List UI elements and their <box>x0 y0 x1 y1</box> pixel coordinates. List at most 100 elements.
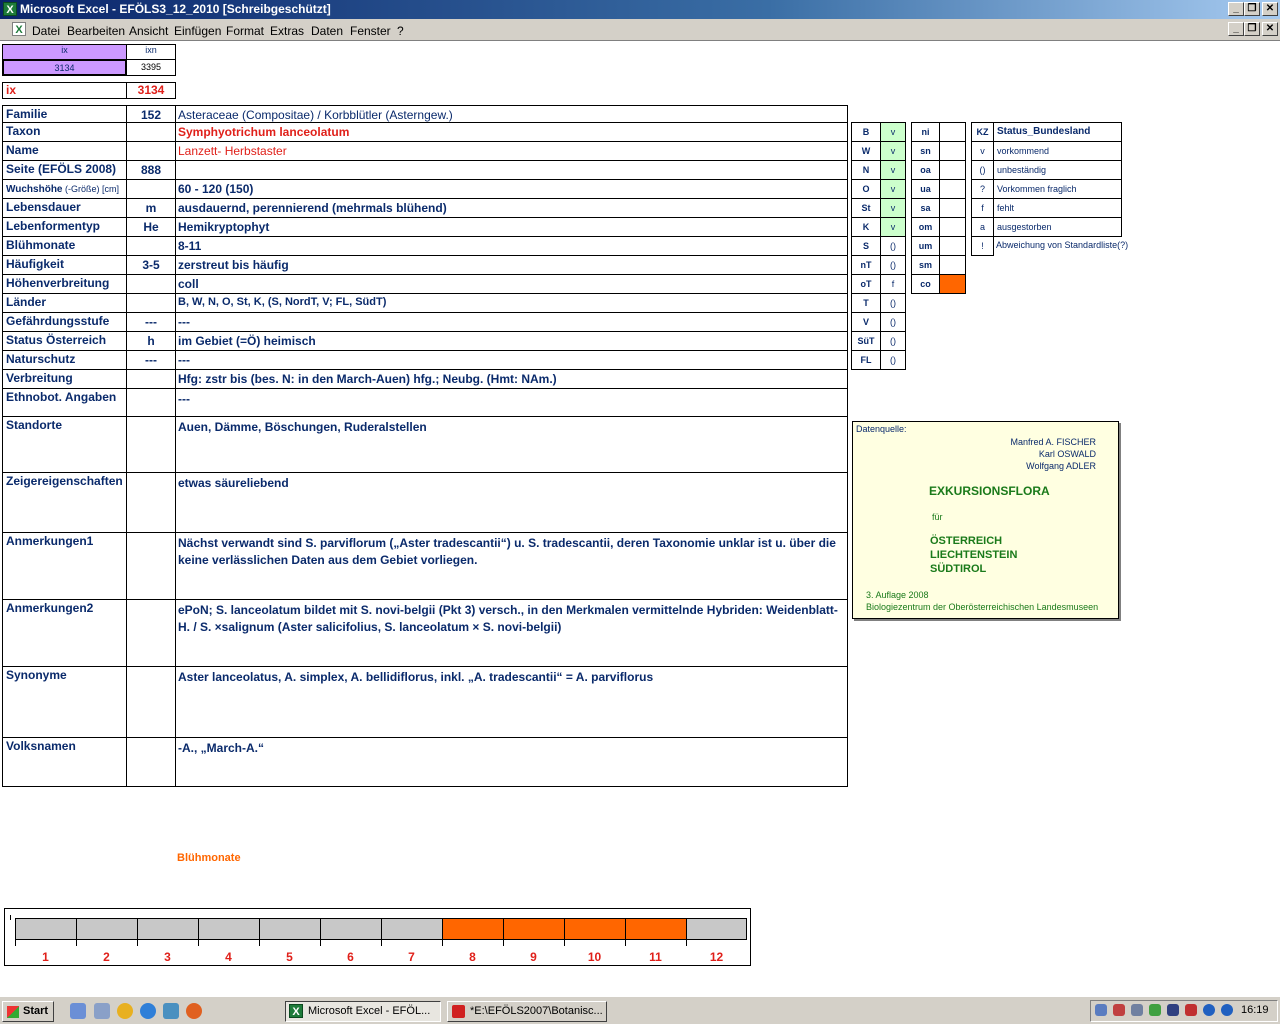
menu-fenster[interactable]: Fenster <box>350 24 391 38</box>
state-value[interactable]: () <box>880 350 906 370</box>
start-button[interactable]: Start <box>2 1001 54 1022</box>
height-value[interactable]: c <box>939 274 966 294</box>
volume-tray-icon[interactable] <box>1113 1004 1125 1016</box>
state-code[interactable]: V <box>851 312 881 332</box>
row-code[interactable]: --- <box>126 312 176 332</box>
menu-format[interactable]: Format <box>226 24 264 38</box>
row-code[interactable] <box>126 236 176 256</box>
row-label[interactable]: Synonyme <box>2 666 127 738</box>
row-label[interactable]: Lebenformentyp <box>2 217 127 237</box>
row-label[interactable]: Volksnamen <box>2 737 127 787</box>
row-value[interactable]: 60 - 120 (150) <box>175 179 848 199</box>
row-label[interactable]: Häufigkeit <box>2 255 127 275</box>
update-tray-icon[interactable] <box>1221 1004 1233 1016</box>
ix-big-cell[interactable]: 3134 <box>126 82 176 99</box>
height-value[interactable] <box>939 255 966 275</box>
state-code[interactable]: St <box>851 198 881 218</box>
row-code[interactable] <box>126 532 176 600</box>
state-code[interactable]: B <box>851 122 881 142</box>
menu-bearbeiten[interactable]: Bearbeiten <box>67 24 125 38</box>
row-label[interactable]: Taxon <box>2 122 127 142</box>
row-code[interactable]: 888 <box>126 160 176 180</box>
row-value[interactable]: Nächst verwandt sind S. parviflorum („As… <box>175 532 848 600</box>
height-value[interactable] <box>939 236 966 256</box>
row-code[interactable]: 3-5 <box>126 255 176 275</box>
row-code[interactable] <box>126 599 176 667</box>
height-code[interactable]: co <box>911 274 940 294</box>
legend-kz[interactable]: () <box>971 160 994 180</box>
doc-close-button[interactable]: ✕ <box>1262 22 1278 36</box>
height-value[interactable] <box>939 160 966 180</box>
state-code[interactable]: O <box>851 179 881 199</box>
restore-button[interactable]: ❐ <box>1244 2 1260 16</box>
legend-text[interactable]: Abweichung von Standardliste(?) <box>993 236 1153 256</box>
row-code[interactable] <box>126 666 176 738</box>
row-value[interactable]: im Gebiet (=Ö) heimisch <box>175 331 848 351</box>
row-label[interactable]: Status Österreich <box>2 331 127 351</box>
security-tray-icon[interactable] <box>1149 1004 1161 1016</box>
state-code[interactable]: FL <box>851 350 881 370</box>
data-source-box[interactable]: Datenquelle: Manfred A. FISCHER Karl OSW… <box>852 421 1119 619</box>
row-label[interactable]: Standorte <box>2 416 127 473</box>
state-value[interactable]: () <box>880 331 906 351</box>
row-label[interactable]: Länder <box>2 293 127 313</box>
row-label[interactable]: Höhenverbreitung <box>2 274 127 294</box>
height-code[interactable]: oa <box>911 160 940 180</box>
legend-kz[interactable]: f <box>971 198 994 218</box>
media-player-icon[interactable] <box>117 1003 133 1019</box>
row-value[interactable]: --- <box>175 312 848 332</box>
row-code[interactable] <box>126 737 176 787</box>
row-value[interactable]: ausdauernd, perennierend (mehrmals blühe… <box>175 198 848 218</box>
state-value[interactable]: () <box>880 236 906 256</box>
height-code[interactable]: ua <box>911 179 940 199</box>
minimize-button[interactable]: _ <box>1228 2 1244 16</box>
height-value[interactable] <box>939 217 966 237</box>
legend-kz[interactable]: a <box>971 217 994 237</box>
row-label[interactable]: Ethnobot. Angaben <box>2 388 127 417</box>
row-value[interactable]: Aster lanceolatus, A. simplex, A. bellid… <box>175 666 848 738</box>
legend-text[interactable]: Vorkommen fraglich <box>993 179 1122 199</box>
row-label[interactable]: Name <box>2 141 127 161</box>
row-code[interactable]: --- <box>126 350 176 370</box>
row-code[interactable] <box>126 472 176 533</box>
state-value[interactable]: () <box>880 312 906 332</box>
network-tray-icon[interactable] <box>1095 1004 1107 1016</box>
row-code[interactable] <box>126 122 176 142</box>
row-code[interactable] <box>126 416 176 473</box>
state-value[interactable]: v <box>880 122 906 142</box>
height-value[interactable] <box>939 141 966 161</box>
state-value[interactable]: v <box>880 179 906 199</box>
row-label[interactable]: Zeigereigenschaften <box>2 472 127 533</box>
task-explorer-button[interactable]: *E:\EFÖLS2007\Botanisc... <box>447 1001 607 1022</box>
legend-text[interactable]: ausgestorben <box>993 217 1122 237</box>
state-value[interactable]: v <box>880 198 906 218</box>
legend-kz[interactable]: v <box>971 141 994 161</box>
height-code[interactable]: sa <box>911 198 940 218</box>
row-code[interactable] <box>126 388 176 417</box>
internet-explorer-icon[interactable] <box>140 1003 156 1019</box>
row-label[interactable]: Blühmonate <box>2 236 127 256</box>
legend-status-header[interactable]: Status_Bundesland <box>993 122 1122 142</box>
task-excel-button[interactable]: X Microsoft Excel - EFÖL... <box>285 1001 441 1022</box>
state-value[interactable]: v <box>880 160 906 180</box>
ix-header[interactable]: ix <box>2 44 127 60</box>
menu-daten[interactable]: Daten <box>311 24 343 38</box>
state-value[interactable]: () <box>880 293 906 313</box>
document-icon[interactable]: X <box>12 22 26 36</box>
row-code[interactable]: m <box>126 198 176 218</box>
row-value[interactable]: 8-11 <box>175 236 848 256</box>
legend-text[interactable]: unbeständig <box>993 160 1122 180</box>
row-label[interactable]: Familie <box>2 105 127 123</box>
row-code[interactable]: 152 <box>126 105 176 123</box>
outlook-icon[interactable] <box>163 1003 179 1019</box>
menu-ansicht[interactable]: Ansicht <box>129 24 168 38</box>
legend-text[interactable]: vorkommend <box>993 141 1122 161</box>
row-label[interactable]: Gefährdungsstufe <box>2 312 127 332</box>
close-button[interactable]: ✕ <box>1262 2 1278 16</box>
info-tray-icon[interactable] <box>1203 1004 1215 1016</box>
firefox-icon[interactable] <box>186 1003 202 1019</box>
row-code[interactable] <box>126 141 176 161</box>
row-label[interactable]: Wuchshöhe (-Größe) [cm] <box>2 179 127 199</box>
worksheet[interactable]: ix ixn 3134 3395 ix 3134 Familie 152 Aster… <box>0 42 1280 995</box>
legend-kz[interactable]: ? <box>971 179 994 199</box>
